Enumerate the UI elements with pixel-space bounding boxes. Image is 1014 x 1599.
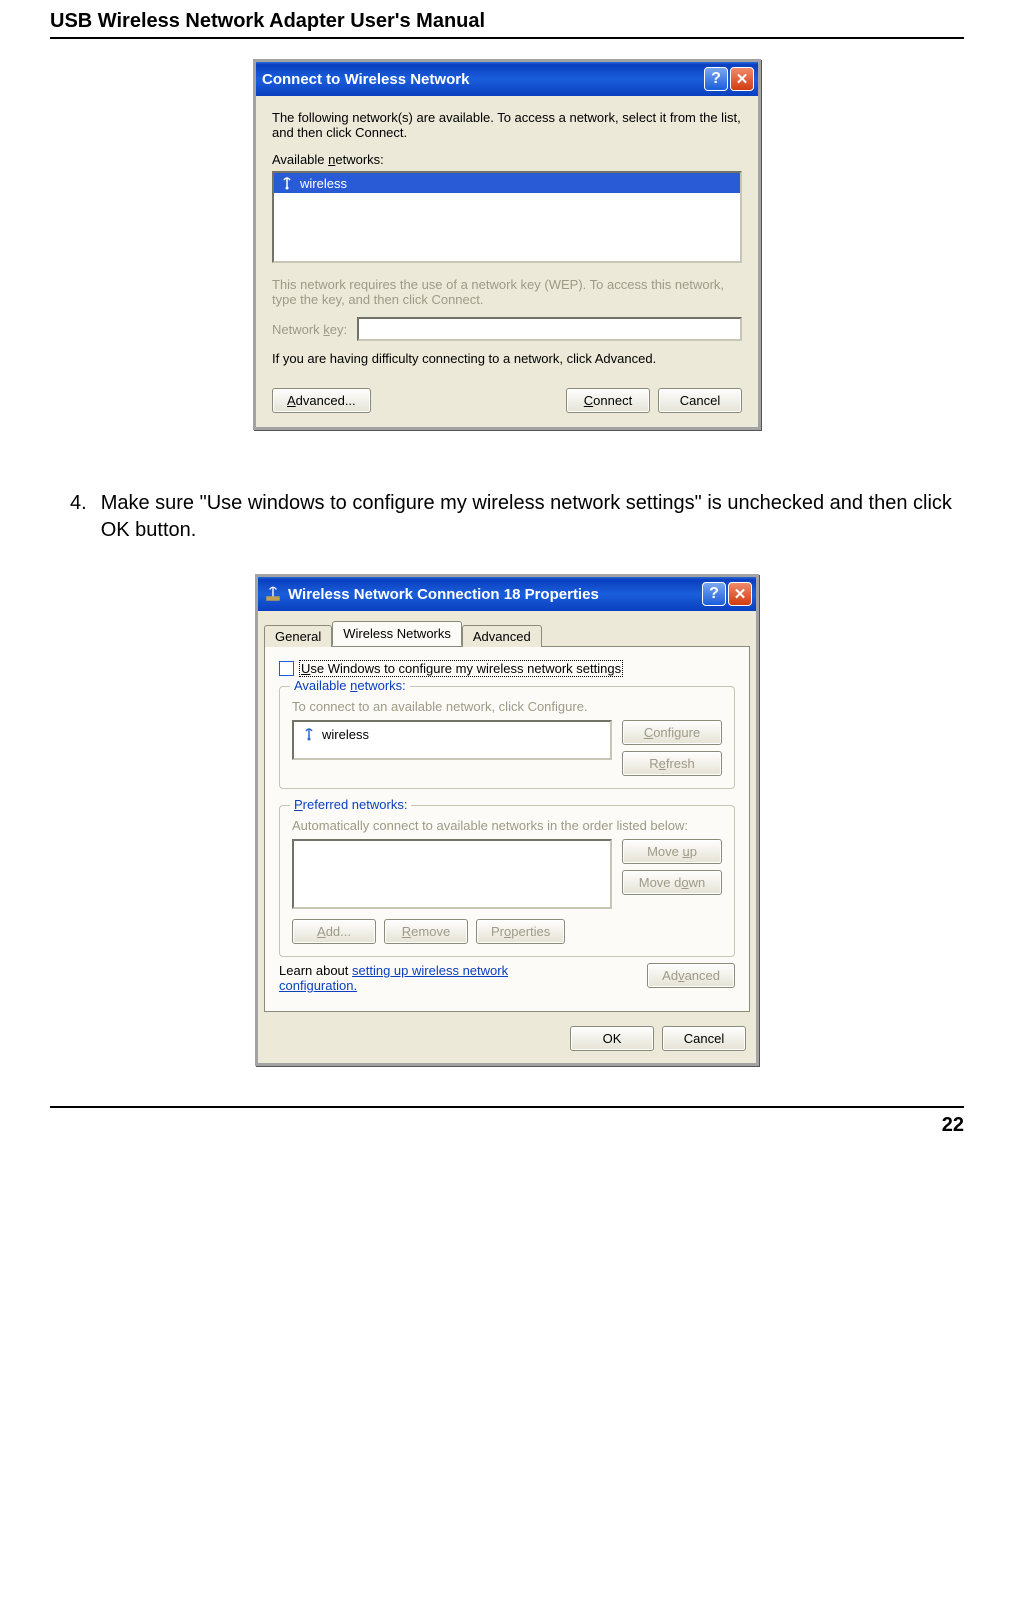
close-icon[interactable]: ✕ (728, 582, 752, 606)
dialog-connect-wireless: Connect to Wireless Network ? ✕ The foll… (253, 59, 761, 430)
use-windows-checkbox-label: Use Windows to configure my wireless net… (300, 661, 622, 676)
add-button[interactable]: Add... (292, 919, 376, 944)
tab-advanced[interactable]: Advanced (462, 625, 542, 647)
step-number: 4. (70, 490, 87, 544)
groupbox-preferred-networks: Preferred networks: Automatically connec… (279, 805, 735, 957)
network-item-label: wireless (300, 176, 347, 191)
figure-1-wrap: Connect to Wireless Network ? ✕ The foll… (50, 59, 964, 430)
network-key-input[interactable] (357, 317, 742, 341)
dialog-body: The following network(s) are available. … (256, 96, 758, 427)
document-page: USB Wireless Network Adapter User's Manu… (0, 0, 1014, 1599)
preferred-two-col: Move up Move down (292, 839, 722, 909)
wep-note: This network requires the use of a netwo… (272, 277, 742, 307)
use-windows-checkbox[interactable] (279, 661, 294, 676)
help-icon[interactable]: ? (702, 582, 726, 606)
network-item-selected[interactable]: wireless (274, 173, 740, 193)
intro-text: The following network(s) are available. … (272, 110, 742, 140)
network-item-label: wireless (322, 727, 369, 742)
close-icon[interactable]: ✕ (730, 67, 754, 91)
network-key-label: Network key: (272, 322, 347, 337)
dialog2-bottom-buttons: OK Cancel (258, 1020, 756, 1063)
help-icon[interactable]: ? (704, 67, 728, 91)
configure-button[interactable]: Configure (622, 720, 722, 745)
available-side-buttons: Configure Refresh (622, 720, 722, 776)
dialog-wireless-properties: Wireless Network Connection 18 Propertie… (255, 574, 759, 1066)
footer-rule (50, 1106, 964, 1108)
remove-button[interactable]: Remove (384, 919, 468, 944)
available-hint: To connect to an available network, clic… (292, 699, 722, 714)
tab-panel-wireless: Use Windows to configure my wireless net… (264, 646, 750, 1012)
move-up-button[interactable]: Move up (622, 839, 722, 864)
network-item[interactable]: wireless (296, 724, 608, 744)
available-networks-listbox[interactable]: wireless (272, 171, 742, 263)
use-windows-checkbox-row: Use Windows to configure my wireless net… (279, 661, 735, 676)
preferred-networks-list[interactable] (292, 839, 612, 909)
tab-strip: General Wireless Networks Advanced (258, 611, 756, 646)
learn-text: Learn about setting up wireless network … (279, 963, 559, 993)
move-down-button[interactable]: Move down (622, 870, 722, 895)
dialog1-button-row: Advanced... Connect Cancel (272, 388, 742, 413)
antenna-icon (280, 176, 294, 190)
available-networks-label: Available networks: (272, 152, 742, 167)
step-4: 4. Make sure "Use windows to configure m… (50, 490, 964, 544)
window-icon (264, 585, 282, 603)
document-header: USB Wireless Network Adapter User's Manu… (50, 10, 964, 33)
advanced-button[interactable]: Advanced (647, 963, 735, 988)
available-two-col: wireless Configure Refresh (292, 720, 722, 776)
header-rule (50, 37, 964, 39)
titlebar-title: Wireless Network Connection 18 Propertie… (288, 586, 700, 603)
tab-general[interactable]: General (264, 625, 332, 647)
properties-button[interactable]: Properties (476, 919, 565, 944)
figure-2-wrap: Wireless Network Connection 18 Propertie… (50, 574, 964, 1066)
page-number: 22 (50, 1114, 964, 1137)
titlebar: Connect to Wireless Network ? ✕ (256, 62, 758, 96)
titlebar: Wireless Network Connection 18 Propertie… (258, 577, 756, 611)
connect-button[interactable]: Connect (566, 388, 650, 413)
antenna-icon (302, 727, 316, 741)
ok-button[interactable]: OK (570, 1026, 654, 1051)
cancel-button[interactable]: Cancel (662, 1026, 746, 1051)
preferred-side-buttons: Move up Move down (622, 839, 722, 895)
network-key-row: Network key: (272, 317, 742, 341)
learn-prefix: Learn about (279, 963, 352, 978)
available-networks-list[interactable]: wireless (292, 720, 612, 760)
titlebar-title: Connect to Wireless Network (262, 71, 702, 88)
groupbox-available-networks: Available networks: To connect to an ava… (279, 686, 735, 789)
preferred-action-buttons: Add... Remove Properties (292, 919, 722, 944)
advanced-button[interactable]: Advanced... (272, 388, 371, 413)
groupbox-legend-preferred: Preferred networks: (290, 797, 411, 812)
cancel-button[interactable]: Cancel (658, 388, 742, 413)
advanced-hint: If you are having difficulty connecting … (272, 351, 742, 366)
learn-row: Learn about setting up wireless network … (279, 963, 735, 993)
groupbox-legend-available: Available networks: (290, 678, 410, 693)
refresh-button[interactable]: Refresh (622, 751, 722, 776)
step-body: Make sure "Use windows to configure my w… (101, 490, 964, 544)
preferred-hint: Automatically connect to available netwo… (292, 818, 722, 833)
tab-wireless-networks[interactable]: Wireless Networks (332, 621, 462, 646)
